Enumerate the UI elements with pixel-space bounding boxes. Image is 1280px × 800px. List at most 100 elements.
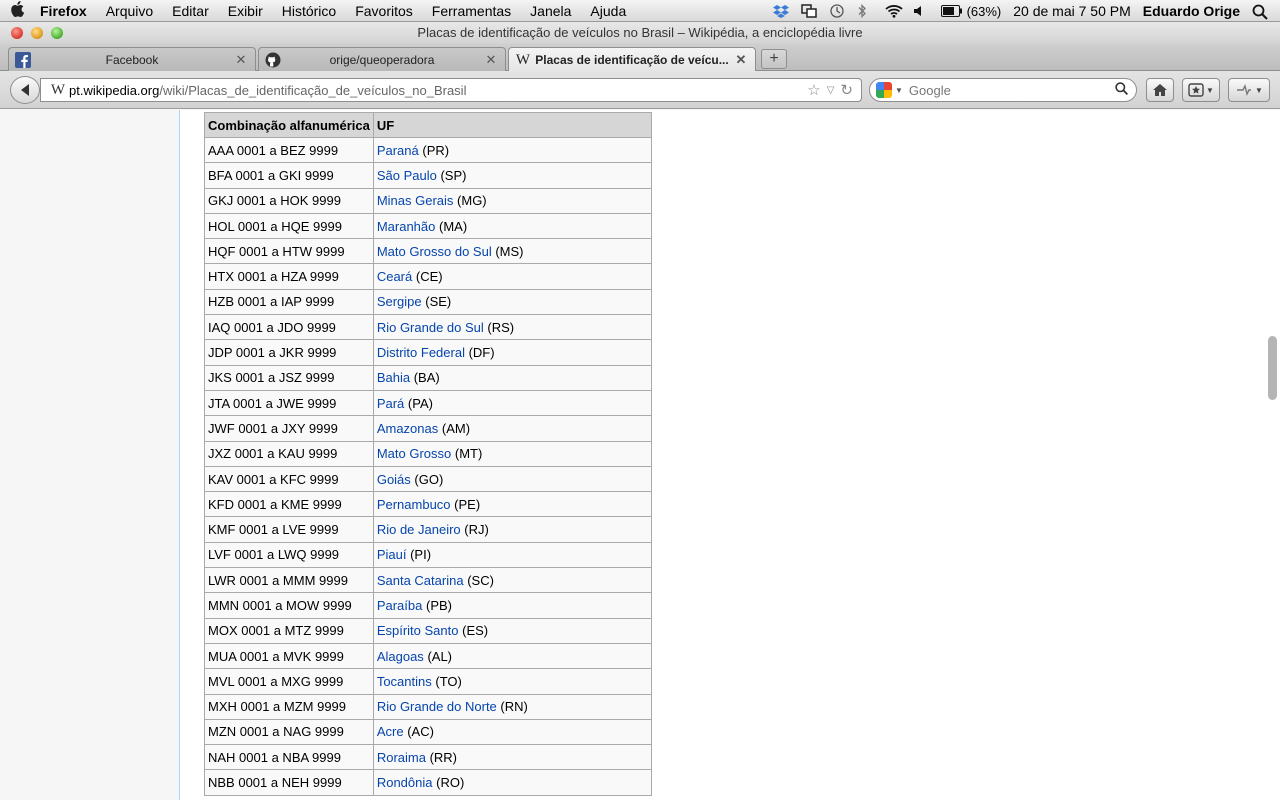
state-link[interactable]: Ceará — [377, 269, 412, 284]
url-dropdown-icon[interactable]: ▽ — [827, 85, 835, 96]
minimize-window-button[interactable] — [31, 27, 43, 39]
table-row: JXZ 0001 a KAU 9999 Mato Grosso (MT) — [204, 440, 652, 467]
state-cell: Bahia (BA) — [372, 364, 652, 391]
plate-range-cell: KMF 0001 a LVE 9999 — [204, 516, 374, 543]
state-cell: Distrito Federal (DF) — [372, 339, 652, 366]
window-manager-icon[interactable] — [800, 4, 817, 18]
state-link[interactable]: Acre — [377, 724, 404, 739]
tab-facebook[interactable]: Facebook ✕ — [8, 47, 256, 71]
uf-code: (PE) — [454, 496, 481, 512]
table-row: JKS 0001 a JSZ 9999 Bahia (BA) — [204, 364, 652, 391]
back-button[interactable] — [10, 76, 40, 104]
state-link[interactable]: Amazonas — [377, 421, 438, 436]
state-link[interactable]: Distrito Federal — [377, 345, 465, 360]
menu-historico[interactable]: Histórico — [282, 3, 336, 19]
close-tab-icon[interactable]: ✕ — [483, 52, 499, 68]
tab-label: Placas de identificação de veícu... — [535, 53, 729, 67]
menu-app-name[interactable]: Firefox — [40, 3, 87, 19]
state-link[interactable]: Paraná — [377, 143, 419, 158]
apple-menu-icon[interactable] — [0, 0, 34, 21]
uf-code: (SP) — [440, 167, 467, 183]
home-button[interactable] — [1146, 78, 1174, 102]
clock[interactable]: 20 de mai 7 50 PM — [1013, 3, 1131, 19]
zoom-window-button[interactable] — [51, 27, 63, 39]
search-bar[interactable]: ▼ Google — [869, 78, 1137, 102]
search-engine-dropdown-icon[interactable]: ▼ — [895, 86, 903, 95]
bluetooth-icon[interactable] — [857, 3, 873, 19]
vertical-scrollbar[interactable] — [1265, 110, 1280, 800]
state-link[interactable]: Rio Grande do Norte — [377, 699, 497, 714]
menu-ajuda[interactable]: Ajuda — [590, 3, 626, 19]
state-link[interactable]: Goiás — [377, 472, 411, 487]
state-link[interactable]: Mato Grosso — [377, 446, 451, 461]
scrollbar-thumb[interactable] — [1268, 336, 1277, 400]
state-link[interactable]: Pernambuco — [377, 497, 451, 512]
search-input[interactable]: Google — [909, 83, 1115, 98]
bookmark-star-icon[interactable]: ☆ — [807, 81, 820, 99]
wifi-icon[interactable] — [884, 4, 903, 18]
tab-label: orige/queoperadora — [329, 52, 435, 67]
uf-code: (PB) — [426, 597, 452, 613]
state-link[interactable]: Minas Gerais — [377, 193, 454, 208]
dropbox-icon[interactable] — [772, 4, 789, 18]
close-tab-icon[interactable]: ✕ — [733, 52, 749, 68]
search-icon[interactable] — [1115, 82, 1129, 98]
state-link[interactable]: Piauí — [377, 547, 407, 562]
state-link[interactable]: Paraíba — [377, 598, 423, 613]
column-header: Combinação alfanumérica — [204, 112, 374, 138]
uf-code: (MA) — [439, 218, 468, 234]
menu-editar[interactable]: Editar — [172, 3, 209, 19]
state-link[interactable]: Bahia — [377, 370, 410, 385]
state-link[interactable]: Tocantins — [377, 674, 432, 689]
url-bar[interactable]: W pt.wikipedia.org/wiki/Placas_de_identi… — [40, 78, 862, 102]
state-link[interactable]: Rondônia — [377, 775, 433, 790]
state-link[interactable]: Pará — [377, 396, 404, 411]
menu-bar: Firefox Arquivo Editar Exibir Histórico … — [0, 0, 1280, 22]
extension-button[interactable]: ▼ — [1228, 78, 1270, 102]
menu-janela[interactable]: Janela — [530, 3, 571, 19]
bookmarks-button[interactable]: ▼ — [1182, 78, 1220, 102]
spotlight-search-icon[interactable] — [1252, 4, 1268, 20]
tab-github[interactable]: orige/queoperadora ✕ — [258, 47, 506, 71]
new-tab-button[interactable]: + — [761, 49, 787, 69]
state-link[interactable]: Espírito Santo — [377, 623, 459, 638]
close-window-button[interactable] — [11, 27, 23, 39]
volume-icon[interactable] — [913, 4, 929, 18]
uf-code: (GO) — [414, 471, 444, 487]
state-cell: Paraná (PR) — [372, 136, 652, 164]
user-name[interactable]: Eduardo Orige — [1143, 3, 1240, 19]
tab-wikipedia-active[interactable]: W Placas de identificação de veícu... ✕ — [508, 47, 756, 72]
menu-ferramentas[interactable]: Ferramentas — [432, 3, 511, 19]
url-text[interactable]: pt.wikipedia.org/wiki/Placas_de_identifi… — [69, 83, 801, 98]
uf-code: (SC) — [467, 572, 494, 588]
state-link[interactable]: Maranhão — [377, 219, 436, 234]
state-link[interactable]: Santa Catarina — [377, 573, 464, 588]
menu-favoritos[interactable]: Favoritos — [355, 3, 413, 19]
google-engine-icon[interactable] — [876, 82, 892, 98]
table-row: LVF 0001 a LWQ 9999 Piauí (PI) — [204, 541, 652, 569]
tab-label: Facebook — [105, 52, 159, 67]
plate-range-cell: JDP 0001 a JKR 9999 — [204, 339, 374, 366]
table-row: HZB 0001 a IAP 9999 Sergipe (SE) — [204, 288, 652, 316]
table-header-row: Combinação alfanumérica UF — [204, 112, 652, 138]
state-link[interactable]: São Paulo — [377, 168, 437, 183]
uf-code: (PR) — [422, 142, 450, 158]
state-link[interactable]: Rio de Janeiro — [377, 522, 461, 537]
time-machine-icon[interactable] — [829, 4, 845, 18]
state-link[interactable]: Sergipe — [377, 294, 422, 309]
plate-range-cell: MVL 0001 a MXG 9999 — [204, 668, 374, 695]
site-identity-icon[interactable]: W — [47, 82, 69, 99]
table-row: JDP 0001 a JKR 9999 Distrito Federal (DF) — [204, 339, 652, 366]
state-cell: Tocantins (TO) — [372, 668, 652, 695]
menu-exibir[interactable]: Exibir — [228, 3, 263, 19]
battery-status[interactable]: (63%) — [940, 4, 1001, 19]
state-cell: Amazonas (AM) — [372, 415, 652, 442]
state-link[interactable]: Alagoas — [377, 649, 424, 664]
table-row: IAQ 0001 a JDO 9999 Rio Grande do Sul (RS… — [204, 314, 652, 341]
menu-arquivo[interactable]: Arquivo — [106, 3, 153, 19]
close-tab-icon[interactable]: ✕ — [233, 52, 249, 68]
state-link[interactable]: Mato Grosso do Sul — [377, 244, 492, 259]
state-link[interactable]: Roraima — [377, 750, 426, 765]
state-link[interactable]: Rio Grande do Sul — [377, 320, 484, 335]
reload-icon[interactable]: ↻ — [840, 81, 853, 99]
